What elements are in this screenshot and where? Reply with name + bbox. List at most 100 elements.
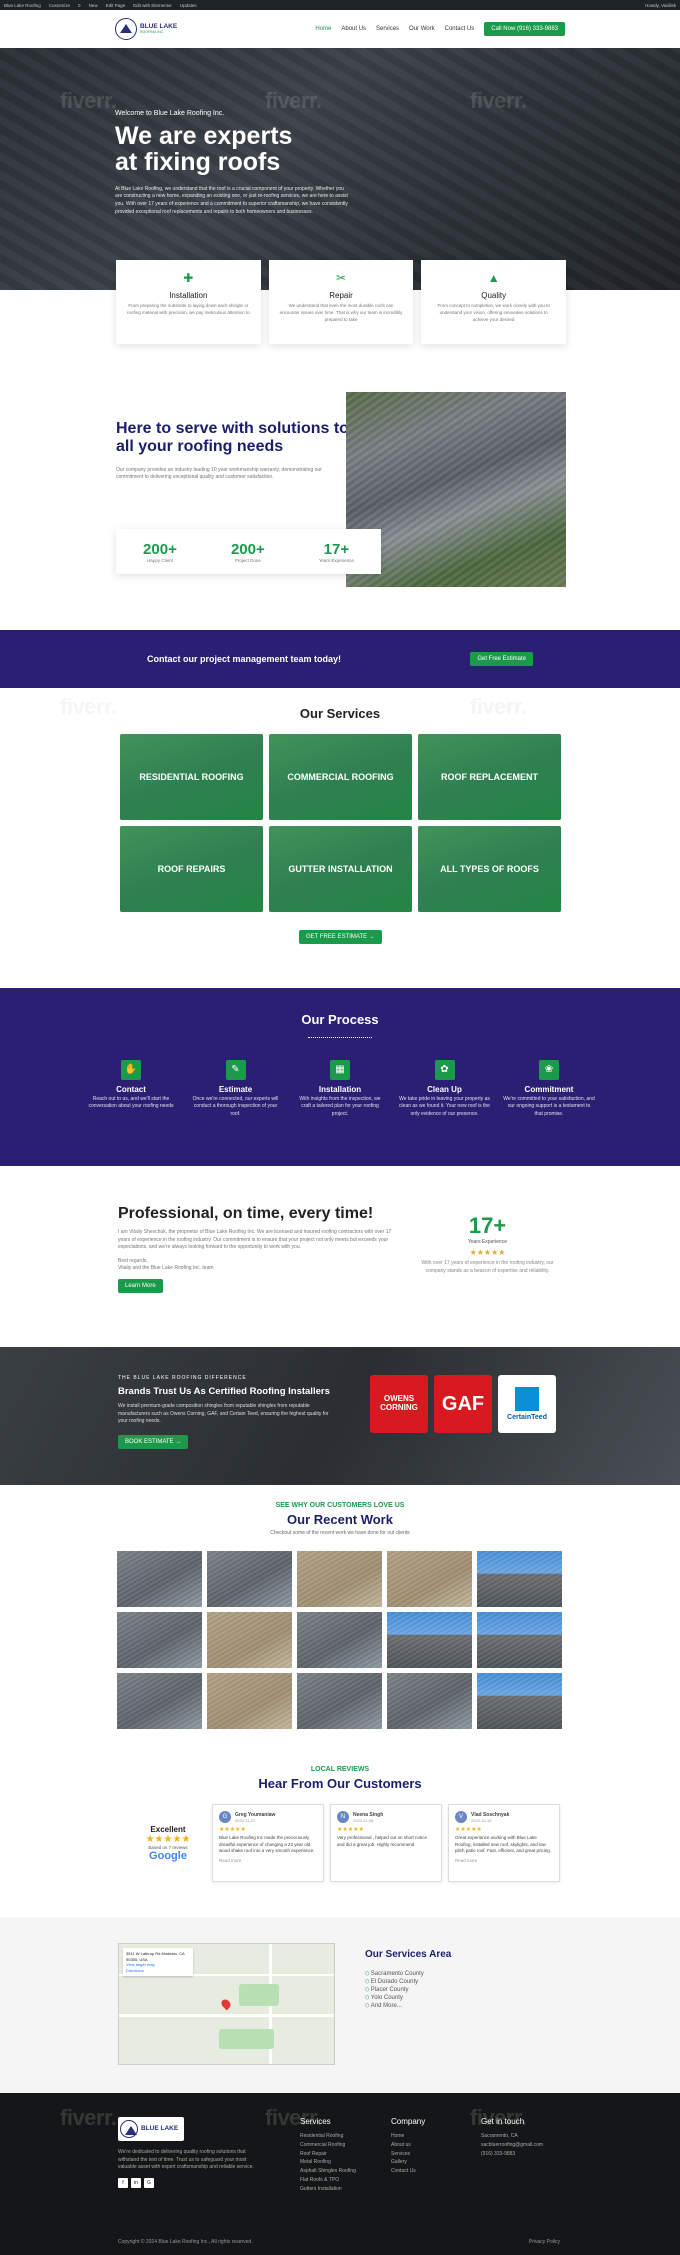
about-section: Here to serve with solutions to all your… <box>116 392 566 587</box>
feature-text: We understand that even the most durable… <box>279 303 403 322</box>
free-estimate-button[interactable]: Get Free Estimate <box>470 652 533 666</box>
admin-item[interactable]: Edit Page <box>106 3 126 8</box>
book-estimate-button[interactable]: BOOK ESTIMATE → <box>118 1435 189 1449</box>
linkedin-icon[interactable]: in <box>131 2177 141 2188</box>
gallery-image[interactable] <box>477 1673 562 1729</box>
service-area-title: Our Services Area <box>365 1949 452 1960</box>
area-item: El Dorado County <box>365 1978 451 1986</box>
professional-signature: Vitaliy and the Blue Lake Roofing Inc. t… <box>118 1265 214 1271</box>
watermark: fiverr. <box>60 88 117 113</box>
nav-services[interactable]: Services <box>376 26 399 32</box>
gallery-image[interactable] <box>297 1673 382 1729</box>
review-stars-icon: ★★★★★ <box>219 1827 246 1833</box>
service-label: ROOF REPAIRS <box>157 864 226 874</box>
service-residential[interactable]: RESIDENTIAL ROOFING <box>120 734 263 820</box>
commitment-icon: ❀ <box>539 1060 559 1080</box>
gallery-image[interactable] <box>297 1612 382 1668</box>
gallery-image[interactable] <box>387 1673 472 1729</box>
footer-link[interactable]: Contact Us <box>391 2167 425 2176</box>
footer-link[interactable]: Asphalt Shingles Roofing <box>300 2167 356 2176</box>
reviews-title: Hear From Our Customers <box>258 1776 422 1791</box>
privacy-link[interactable]: Privacy Policy <box>529 2239 560 2245</box>
admin-item[interactable]: Edit with Elementor <box>133 3 172 8</box>
gallery-image[interactable] <box>117 1673 202 1729</box>
service-label: COMMERCIAL ROOFING <box>287 772 394 782</box>
process-title: Our Process <box>301 1012 379 1027</box>
work-gallery <box>117 1551 564 1729</box>
footer-link[interactable]: Gutters Installation <box>300 2185 356 2194</box>
gaf-logo: GAF <box>434 1375 492 1433</box>
service-gutter[interactable]: GUTTER INSTALLATION <box>269 826 412 912</box>
review-card: N Neena Singh 2023-11-08 ★★★★★ Very prof… <box>330 1804 442 1882</box>
call-now-button[interactable]: Call Now (916) 333-9883 <box>484 22 565 36</box>
feature-title: Quality <box>481 291 507 300</box>
map-pin-icon[interactable] <box>219 1997 233 2011</box>
review-text: Very professional , helped out on short … <box>337 1835 428 1847</box>
footer-link[interactable]: Roof Repair <box>300 2150 356 2159</box>
site-footer: fiverr. fiverr. fiverr. BLUE LAKE We're … <box>0 2093 680 2255</box>
reviews-summary: Excellent ★★★★★ Based on 7 reviews Googl… <box>130 1825 206 1862</box>
footer-link[interactable]: Gallery <box>391 2158 425 2167</box>
admin-item[interactable]: New <box>89 3 98 8</box>
footer-contact-email[interactable]: sacbluerroofing@gmail.com <box>481 2141 543 2150</box>
nav-about[interactable]: About Us <box>341 26 366 32</box>
stat-happy-client: 200+ Happy Client <box>143 541 177 563</box>
stats-box: 200+ Happy Client 200+ Project Done 17+ … <box>116 529 381 574</box>
gallery-image[interactable] <box>387 1612 472 1668</box>
admin-item[interactable]: Blue Lake Roofing <box>4 3 41 8</box>
read-more-link[interactable]: Read more <box>455 1858 553 1863</box>
service-all-roofs[interactable]: ALL TYPES OF ROOFS <box>418 826 561 912</box>
google-icon[interactable]: G <box>144 2177 154 2188</box>
google-map[interactable]: 3511 W Lathrop Rd Modesto, CA 95355, USA… <box>118 1943 335 2065</box>
admin-item[interactable]: 0 <box>78 3 81 8</box>
gallery-image[interactable] <box>477 1551 562 1607</box>
watermark: fiverr. <box>60 2105 117 2130</box>
stat-years: 17+ Years Experience <box>319 541 354 563</box>
nav-home[interactable]: Home <box>315 26 331 32</box>
nav-contact[interactable]: Contact Us <box>445 26 475 32</box>
feature-text: From preparing the substrate to laying d… <box>127 303 250 315</box>
footer-link[interactable]: Home <box>391 2132 425 2141</box>
nav-our-work[interactable]: Our Work <box>409 26 435 32</box>
service-repairs[interactable]: ROOF REPAIRS <box>120 826 263 912</box>
gallery-image[interactable] <box>477 1612 562 1668</box>
wave-divider <box>308 1032 372 1038</box>
footer-link[interactable]: Commercial Roofing <box>300 2141 356 2150</box>
footer-link[interactable]: Residential Roofing <box>300 2132 356 2141</box>
gallery-image[interactable] <box>297 1551 382 1607</box>
review-date: 2023-10-15 <box>471 1817 492 1823</box>
gallery-image[interactable] <box>207 1612 292 1668</box>
read-more-link[interactable]: Read more <box>219 1858 317 1863</box>
footer-contact-phone[interactable]: (916) 333-9883 <box>481 2150 543 2159</box>
learn-more-button[interactable]: Learn More <box>118 1278 163 1293</box>
footer-contact-location: Sacramento, CA <box>481 2133 518 2139</box>
certainteed-mark-icon <box>515 1387 539 1411</box>
services-estimate-button[interactable]: GET FREE ESTIMATE → <box>299 930 382 944</box>
gallery-image[interactable] <box>117 1612 202 1668</box>
footer-bottom: Copyright © 2024 Blue Lake Roofing Inc.,… <box>118 2239 560 2245</box>
gallery-image[interactable] <box>207 1673 292 1729</box>
footer-link[interactable]: About us <box>391 2141 425 2150</box>
footer-link[interactable]: Services <box>391 2150 425 2159</box>
facebook-icon[interactable]: f <box>118 2177 128 2188</box>
area-item: And More... <box>365 2002 451 2010</box>
admin-item[interactable]: Updates <box>180 3 197 8</box>
cta-text: Contact our project management team toda… <box>147 654 342 664</box>
gallery-image[interactable] <box>117 1551 202 1607</box>
footer-link[interactable]: Metal Roofing <box>300 2158 356 2167</box>
footer-logo-text: BLUE LAKE <box>141 2124 179 2132</box>
admin-greeting[interactable]: Howdy, Vasilisk <box>645 3 676 8</box>
stat-label: Happy Client <box>147 557 173 563</box>
admin-item[interactable]: Customize <box>49 3 70 8</box>
gallery-image[interactable] <box>207 1551 292 1607</box>
work-kicker: SEE WHY OUR CUSTOMERS LOVE US <box>275 1502 405 1509</box>
footer-link[interactable]: Flat Roofs & TPO <box>300 2176 356 2185</box>
service-replacement[interactable]: ROOF REPLACEMENT <box>418 734 561 820</box>
map-directions-link[interactable]: Directions <box>126 1968 190 1974</box>
service-commercial[interactable]: COMMERCIAL ROOFING <box>269 734 412 820</box>
gallery-image[interactable] <box>387 1551 472 1607</box>
site-logo[interactable]: BLUE LAKE ROOFING INC <box>115 18 177 40</box>
admin-bar: Blue Lake Roofing Customize 0 New Edit P… <box>0 0 680 10</box>
step-contact: ✋ Contact Reach out to us, and we'll sta… <box>85 1060 177 1118</box>
footer-logo[interactable]: BLUE LAKE <box>118 2117 184 2141</box>
